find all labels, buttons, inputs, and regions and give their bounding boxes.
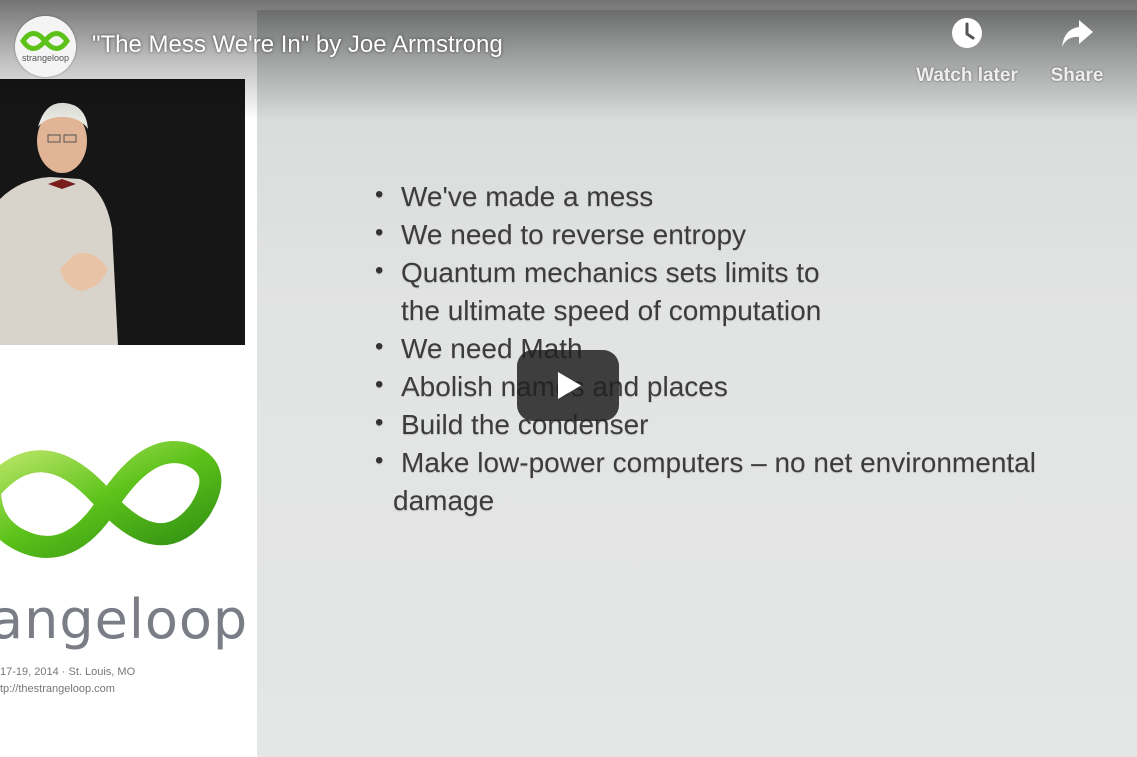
video-player[interactable]: angeloop 17-19, 2014 · St. Louis, MO tp:… — [0, 0, 1137, 757]
bullet-text: We need to reverse entropy — [401, 219, 747, 250]
bullet-text-continued: the ultimate speed of computation — [401, 295, 822, 326]
play-icon — [558, 372, 581, 399]
avatar-label: strangeloop — [21, 53, 70, 63]
bullet-text-continued: damage — [393, 485, 495, 516]
bullet-item: Abolish names and places — [373, 366, 1036, 406]
share-button[interactable]: Share — [1022, 16, 1132, 88]
bullet-item: We need to reverse entropy — [373, 214, 1036, 254]
conference-wordmark: angeloop — [0, 588, 249, 651]
strangeloop-logo — [0, 441, 222, 558]
bullet-text: Make low-power computers – no net enviro… — [401, 447, 1036, 478]
slide-bullet-list: We've made a mess We need to reverse ent… — [373, 176, 1036, 520]
watch-later-button[interactable]: Watch later — [912, 16, 1022, 88]
presentation-slide: We've made a mess We need to reverse ent… — [257, 10, 1137, 757]
clock-icon — [952, 18, 982, 48]
bullet-text: Quantum mechanics sets limits to — [401, 257, 820, 288]
bullet-item: Make low-power computers – no net enviro… — [373, 442, 1036, 520]
share-arrow-icon — [1062, 20, 1093, 47]
watch-later-label: Watch later — [916, 65, 1018, 86]
bullet-item: Quantum mechanics sets limits to the ult… — [373, 252, 1036, 330]
video-title[interactable]: "The Mess We're In" by Joe Armstrong — [92, 31, 503, 59]
strangeloop-avatar-icon — [15, 16, 76, 77]
share-label: Share — [1050, 65, 1104, 86]
bullet-text: We've made a mess — [401, 181, 654, 212]
bullet-item: Build the condenser — [373, 404, 1036, 444]
bullet-item: We need Math — [373, 328, 1036, 368]
channel-avatar[interactable]: strangeloop — [15, 16, 76, 77]
play-button[interactable] — [517, 350, 619, 421]
conference-url: tp://thestrangeloop.com — [0, 683, 115, 695]
bullet-item: We've made a mess — [373, 176, 1036, 216]
conference-date-location: 17-19, 2014 · St. Louis, MO — [0, 666, 136, 678]
